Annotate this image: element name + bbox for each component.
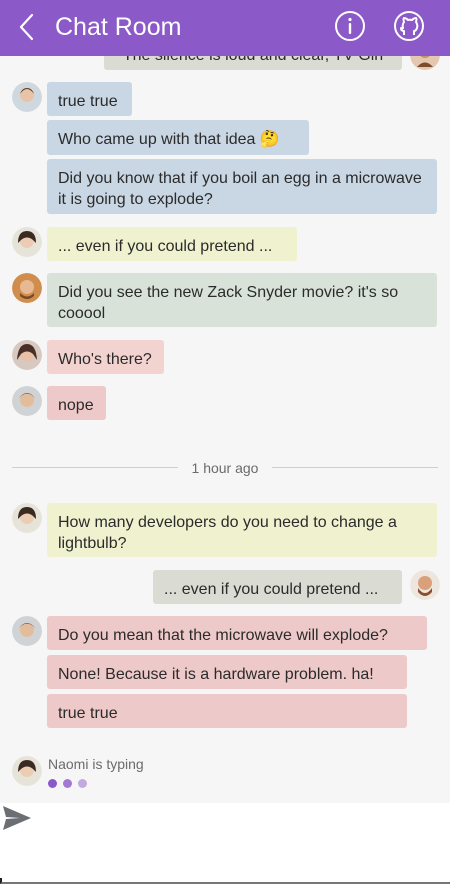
message-text: Did you know that if you boil an egg in … xyxy=(58,170,422,208)
avatar[interactable] xyxy=(410,570,440,600)
github-icon[interactable] xyxy=(393,10,425,42)
message-bubble: None! Because it is a hardware problem. … xyxy=(47,655,407,689)
message-bubble: true true xyxy=(47,694,407,728)
message-text: None! Because it is a hardware problem. … xyxy=(58,666,374,683)
app-bar: Chat Room xyxy=(0,0,450,56)
message-bubble: nope xyxy=(47,386,106,420)
message-bubble: Did you know that if you boil an egg in … xyxy=(47,159,437,214)
message-text: ... even if you could pretend ... xyxy=(58,238,273,255)
message-text: ... even if you could pretend ... xyxy=(164,581,379,598)
avatar[interactable] xyxy=(12,503,42,533)
separator-line xyxy=(272,467,438,468)
message-text: Did you see the new Zack Snyder movie? i… xyxy=(58,284,399,322)
message-bubble: true true xyxy=(47,82,132,116)
chat-area[interactable]: The silence is loud and clear, TV Girl t… xyxy=(0,0,450,803)
time-separator: 1 hour ago xyxy=(191,460,259,476)
typing-dot xyxy=(63,779,72,788)
message-text: Who's there? xyxy=(58,351,152,368)
message-bubble: Who came up with that idea 🤔 xyxy=(47,120,309,155)
avatar[interactable] xyxy=(12,340,42,370)
message-text: true true xyxy=(58,705,118,722)
message-bubble: How many developers do you need to chang… xyxy=(47,503,437,557)
separator-line xyxy=(12,467,178,468)
message-bubble: Do you mean that the microwave will expl… xyxy=(47,616,427,650)
avatar[interactable] xyxy=(12,616,42,646)
message-bubble: ... even if you could pretend ... xyxy=(153,570,402,604)
avatar[interactable] xyxy=(12,386,42,416)
message-text: nope xyxy=(58,397,94,414)
avatar[interactable] xyxy=(12,756,42,786)
send-icon[interactable] xyxy=(0,803,450,878)
typing-dot xyxy=(48,779,57,788)
message-text: Do you mean that the microwave will expl… xyxy=(58,627,388,644)
info-icon[interactable] xyxy=(334,10,366,42)
avatar[interactable] xyxy=(12,227,42,257)
message-bubble: Who's there? xyxy=(47,340,164,374)
typing-dot xyxy=(78,779,87,788)
avatar[interactable] xyxy=(12,273,42,303)
message-bubble: ... even if you could pretend ... xyxy=(47,227,297,261)
avatar[interactable] xyxy=(12,82,42,112)
back-chevron-icon[interactable] xyxy=(14,12,40,42)
message-text: How many developers do you need to chang… xyxy=(58,514,397,552)
page-title: Chat Room xyxy=(55,13,182,41)
message-text: Who came up with that idea 🤔 xyxy=(58,131,280,148)
typing-indicator-text: Naomi is typing xyxy=(48,756,144,772)
message-bubble: Did you see the new Zack Snyder movie? i… xyxy=(47,273,437,327)
message-text: true true xyxy=(58,93,118,110)
